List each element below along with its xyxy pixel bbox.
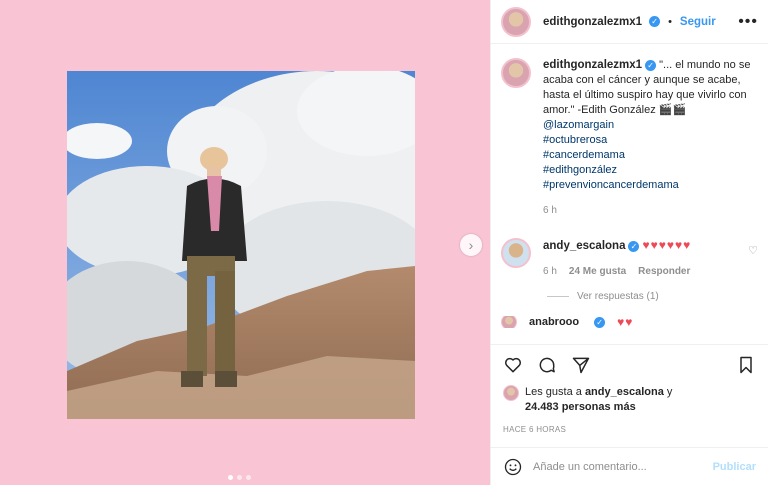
likes-prefix: Les gusta a — [525, 386, 582, 398]
comment-meta: 6 h 24 Me gusta Responder — [543, 264, 758, 279]
liker-avatar[interactable] — [503, 385, 519, 401]
chevron-right-icon: › — [468, 237, 474, 253]
comment-time: 6 h — [543, 266, 557, 277]
likes-summary: Les gusta a andy_escalona y 24.483 perso… — [503, 385, 756, 415]
media-area: › — [0, 0, 490, 485]
comment-item: andy_escalona ✓ ♥♥♥♥♥♥ 6 h 24 Me gusta Re… — [501, 238, 758, 279]
heart-icon[interactable]: ♡ — [748, 244, 758, 257]
author-avatar[interactable] — [501, 6, 531, 37]
bookmark-icon[interactable] — [736, 355, 756, 375]
next-slide-button[interactable]: › — [460, 234, 482, 256]
carousel-indicator — [228, 475, 251, 480]
commenter-username[interactable]: anabrooo — [529, 316, 579, 328]
likes-and: y — [666, 386, 673, 398]
carousel-dot — [246, 475, 251, 480]
comments-section: edithgonzalezmx1 ✓ "... el mundo no se ac… — [491, 44, 768, 344]
heart-icon[interactable] — [503, 355, 523, 375]
divider-line — [547, 296, 569, 297]
publish-button[interactable]: Publicar — [713, 461, 756, 473]
carousel-dot — [228, 475, 233, 480]
view-replies-label: Ver respuestas (1) — [577, 291, 659, 302]
likes-count[interactable]: 24.483 personas más — [525, 401, 636, 413]
post-timestamp: HACE 6 HORAS — [503, 425, 567, 434]
comment-text: ♥♥♥♥♥♥ — [642, 238, 692, 252]
view-replies-button[interactable]: Ver respuestas (1) — [547, 291, 758, 302]
hashtag-link[interactable]: #cancerdemama — [543, 148, 758, 163]
comment-body: andy_escalona ✓ ♥♥♥♥♥♥ 6 h 24 Me gusta Re… — [543, 238, 758, 279]
hashtag-link[interactable]: #prevenvioncancerdemama — [543, 178, 758, 193]
hashtag-link[interactable]: #octubrerosa — [543, 133, 758, 148]
comment-item: anabrooo ✓ ♥♥ — [501, 316, 758, 328]
add-comment-bar: Añade un comentario... Publicar — [491, 447, 768, 485]
comment-input[interactable]: Añade un comentario... — [533, 461, 703, 473]
verified-icon: ✓ — [594, 316, 606, 328]
comment-text: ♥♥ — [617, 316, 634, 328]
post-side-panel: edithgonzalezmx1 ✓ • Seguir ••• edithgon… — [490, 0, 768, 485]
commenter-avatar[interactable] — [501, 316, 517, 328]
verified-icon: ✓ — [645, 59, 657, 71]
more-icon[interactable]: ••• — [738, 13, 758, 31]
caption-row: edithgonzalezmx1 ✓ "... el mundo no se ac… — [501, 58, 758, 218]
hashtag-link[interactable]: #edithgonzález — [543, 163, 758, 178]
mention-link[interactable]: @lazomargain — [543, 118, 758, 133]
post-photo[interactable] — [67, 71, 415, 419]
follow-button[interactable]: Seguir — [680, 16, 716, 28]
caption-avatar[interactable] — [501, 58, 531, 88]
caption-time: 6 h — [543, 205, 557, 216]
commenter-username[interactable]: andy_escalona — [543, 240, 625, 252]
emoji-icon[interactable] — [503, 457, 523, 477]
caption-username[interactable]: edithgonzalezmx1 — [543, 59, 642, 71]
share-icon[interactable] — [571, 355, 591, 375]
post-header: edithgonzalezmx1 ✓ • Seguir ••• — [491, 0, 768, 44]
comment-icon[interactable] — [537, 355, 557, 375]
caption-body: edithgonzalezmx1 ✓ "... el mundo no se ac… — [543, 58, 758, 218]
action-icons — [503, 355, 756, 375]
verified-icon: ✓ — [628, 240, 640, 252]
likes-text: Les gusta a andy_escalona y 24.483 perso… — [525, 385, 672, 415]
liker-username[interactable]: andy_escalona — [585, 386, 664, 398]
commenter-avatar[interactable] — [501, 238, 531, 268]
separator-dot: • — [668, 15, 672, 28]
carousel-dot — [237, 475, 242, 480]
comment-likes[interactable]: 24 Me gusta — [569, 264, 626, 279]
reply-button[interactable]: Responder — [638, 264, 690, 279]
verified-icon: ✓ — [649, 16, 661, 27]
photo-landscape-image — [67, 71, 415, 419]
author-username[interactable]: edithgonzalezmx1 — [543, 16, 642, 28]
